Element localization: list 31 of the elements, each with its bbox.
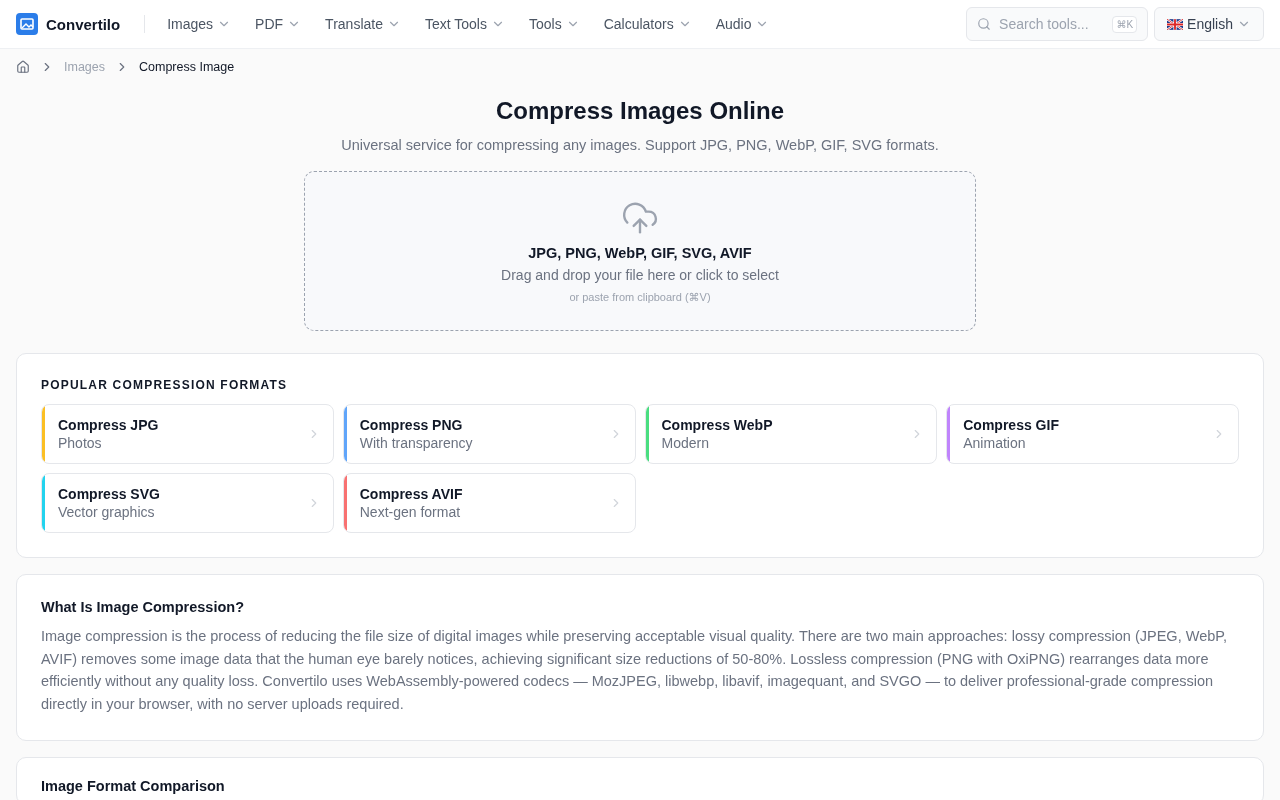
formats-label: JPG, PNG, WebP, GIF, SVG, AVIF	[528, 244, 752, 261]
section-label: POPULAR COMPRESSION FORMATS	[41, 378, 289, 392]
logo-text[interactable]: Convertilo	[46, 15, 121, 33]
home-icon[interactable]	[16, 60, 30, 74]
language-selector[interactable]: English	[1154, 7, 1264, 41]
logo-icon	[16, 13, 38, 35]
section-title: Image Format Comparison	[41, 777, 226, 794]
flag-icon	[1167, 18, 1184, 30]
breadcrumb-link[interactable]: Compress Image	[139, 60, 235, 74]
section-title: What Is Image Compression?	[41, 599, 246, 615]
dropzone-hint: Drag and drop your file here or click to select	[501, 266, 779, 283]
format-link-card[interactable]: Compress JPG Photos	[41, 404, 334, 464]
file-dropzone[interactable]: JPG, PNG, WebP, GIF, SVG, AVIF Drag and drop your file here or click to select or paste from clipboard (⌘V)	[304, 171, 976, 331]
nav-menu-item[interactable]: Text Tools	[424, 16, 505, 32]
shortcut-key: ⌘K	[1112, 15, 1138, 33]
page-title: Compress Images Online	[494, 97, 786, 125]
format-link-card[interactable]: Compress SVG Vector graphics	[41, 473, 334, 533]
nav-menu-item[interactable]: Audio	[715, 16, 770, 32]
nav-menu-item[interactable]: Calculators	[603, 16, 692, 32]
nav-menu-item[interactable]: Tools	[528, 16, 580, 32]
nav-menu-item[interactable]: PDF	[255, 16, 302, 32]
format-link-card[interactable]: Compress AVIF Next-gen format	[342, 473, 636, 533]
paste-hint: or paste from clipboard (⌘V)	[569, 290, 711, 304]
format-link-card[interactable]: Compress PNG With transparency	[342, 404, 636, 464]
format-link-card[interactable]: Compress WebP Modern	[644, 404, 938, 464]
nav-menu-item[interactable]: Images	[167, 16, 232, 32]
nav-menu-item[interactable]: Translate	[325, 16, 401, 32]
section-text: Image compression is the process of reducing the file size of digital images while preserving acceptable visual quality. There are two main approaches: lossy compression (JPEG, WebP, AVIF) removes some image data that the human eye barely notices, achieving significant size reductions of 50-80%. Lossless compression (PNG with OxiPNG) rearranges data more efficiently without any quality loss. Convertilo uses WebAssembly-powered codecs — MozJPEG, libwebp, libavif, imagequant, and SVGO — to deliver professional-grade compression directly in your browser, with no server uploads required.	[41, 627, 1229, 715]
search-icon	[977, 17, 992, 31]
format-link-card[interactable]: Compress GIF Animation	[946, 404, 1239, 464]
page-subtitle: Universal service for compressing any images. Support JPG, PNG, WebP, GIF, SVG formats.	[340, 137, 940, 153]
